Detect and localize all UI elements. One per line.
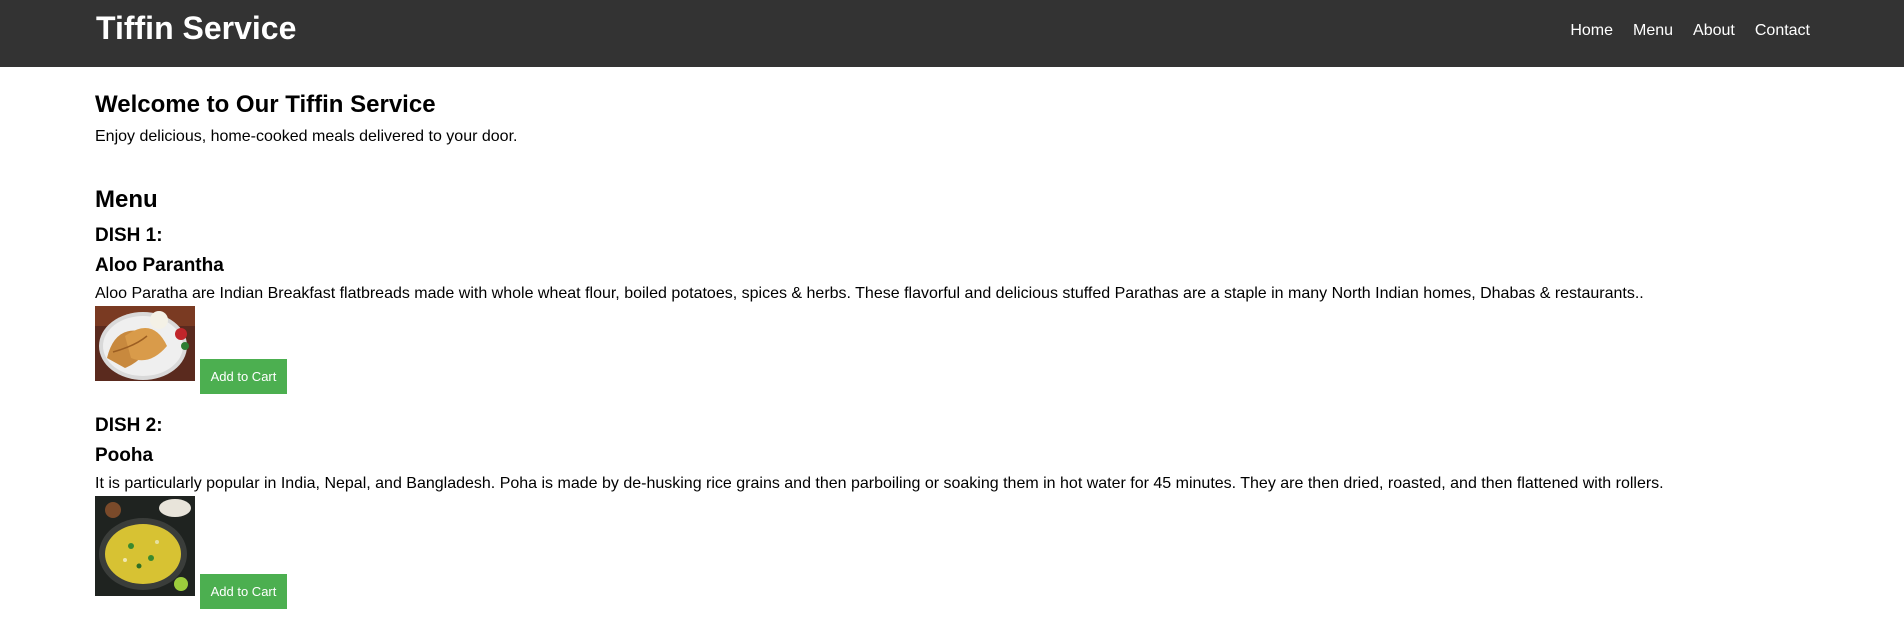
dish-media-row: Add to Cart — [95, 496, 1815, 609]
site-header: Tiffin Service Home Menu About Contact — [0, 0, 1904, 67]
nav-contact-link[interactable]: Contact — [1755, 22, 1810, 40]
dish-name: Pooha — [95, 445, 154, 466]
add-to-cart-button[interactable]: Add to Cart — [200, 359, 287, 394]
dish-item: DISH 1: Aloo Parantha Aloo Paratha are I… — [95, 225, 1815, 394]
dish-number: DISH 2: — [95, 415, 163, 436]
poha-image — [95, 496, 195, 596]
menu-title: Menu — [95, 186, 158, 213]
dish-media-row: Add to Cart — [95, 306, 1815, 394]
dish-description: It is particularly popular in India, Nep… — [95, 475, 1664, 492]
dish-name: Aloo Parantha — [95, 255, 224, 276]
aloo-paratha-image — [95, 306, 195, 381]
menu-section: Menu DISH 1: Aloo Parantha Aloo Paratha … — [95, 186, 1815, 609]
welcome-title: Welcome to Our Tiffin Service — [95, 91, 436, 118]
welcome-section: Welcome to Our Tiffin Service Enjoy deli… — [95, 91, 1815, 146]
main-nav: Home Menu About Contact — [1570, 22, 1810, 40]
nav-home-link[interactable]: Home — [1570, 22, 1613, 40]
site-brand[interactable]: Tiffin Service — [96, 10, 296, 47]
dish-item: DISH 2: Pooha It is particularly popular… — [95, 415, 1815, 609]
welcome-text: Enjoy delicious, home-cooked meals deliv… — [95, 128, 518, 145]
dish-description: Aloo Paratha are Indian Breakfast flatbr… — [95, 285, 1644, 302]
main-content: Welcome to Our Tiffin Service Enjoy deli… — [95, 67, 1815, 609]
nav-menu-link[interactable]: Menu — [1633, 22, 1673, 40]
dish-number: DISH 1: — [95, 225, 163, 246]
nav-about-link[interactable]: About — [1693, 22, 1735, 40]
add-to-cart-button[interactable]: Add to Cart — [200, 574, 287, 609]
